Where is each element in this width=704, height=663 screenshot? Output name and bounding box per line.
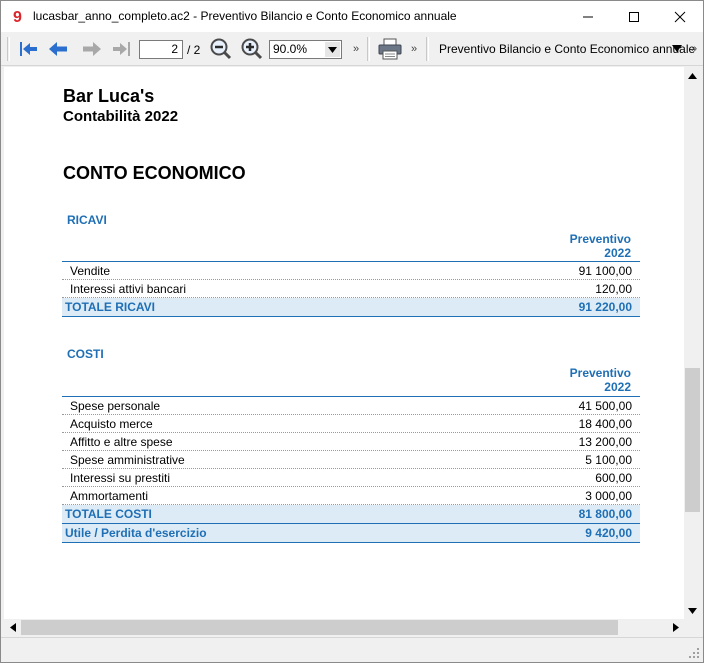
previous-page-icon (49, 42, 67, 56)
page-number-input[interactable]: 2 (139, 40, 183, 59)
section-heading-ricavi: RICAVI (67, 213, 107, 227)
minimize-button[interactable] (565, 1, 611, 32)
zoom-out-button[interactable] (208, 37, 234, 61)
row-label: Spese personale (70, 399, 161, 413)
column-header-line: Preventivo (569, 366, 631, 380)
last-page-icon (113, 42, 130, 56)
column-header-year: 2022 (604, 380, 631, 394)
maximize-button[interactable] (611, 1, 657, 32)
toolbar-overflow-button[interactable]: » (691, 43, 697, 55)
column-header: Preventivo 2022 (544, 366, 631, 394)
first-page-icon (20, 42, 37, 56)
vertical-scroll-thumb[interactable] (685, 368, 700, 512)
column-header-year: 2022 (604, 246, 631, 260)
chevron-down-icon (688, 607, 697, 614)
last-page-button[interactable] (109, 37, 135, 61)
report-preview[interactable]: Bar Luca's Contabilità 2022 CONTO ECONOM… (4, 67, 684, 619)
total-value: 91 220,00 (578, 300, 632, 314)
horizontal-scrollbar[interactable] (4, 619, 684, 636)
scroll-left-button[interactable] (4, 619, 21, 636)
zoom-in-icon (241, 38, 263, 60)
costi-table: Spese personale 41 500,00 Acquisto merce… (62, 396, 640, 543)
previous-page-button[interactable] (45, 37, 71, 61)
chevron-down-icon[interactable] (325, 42, 340, 57)
toolbar-grip[interactable] (426, 37, 429, 61)
result-row: Utile / Perdita d'esercizio 9 420,00 (62, 524, 640, 543)
ricavi-table: Vendite 91 100,00 Interessi attivi banca… (62, 261, 640, 317)
app-logo-icon: 9 (10, 7, 28, 26)
toolbar-grip[interactable] (367, 37, 370, 61)
close-button[interactable] (657, 1, 703, 32)
zoom-value: 90.0% (273, 42, 308, 56)
row-value: 13 200,00 (578, 435, 632, 449)
row-label: Interessi attivi bancari (70, 282, 187, 296)
chevron-down-icon[interactable] (672, 45, 682, 52)
horizontal-scroll-thumb[interactable] (21, 620, 618, 635)
column-header-line: Preventivo (569, 232, 631, 246)
row-value: 3 000,00 (585, 489, 632, 503)
report-selector-label: Preventivo Bilancio e Conto Economico an… (439, 42, 696, 56)
total-row: TOTALE RICAVI 91 220,00 (62, 298, 640, 317)
total-value: 81 800,00 (578, 507, 632, 521)
chevron-left-icon (9, 623, 16, 632)
zoom-out-icon (210, 38, 232, 60)
report-subtitle: Contabilità 2022 (63, 108, 179, 125)
zoom-in-button[interactable] (239, 37, 265, 61)
status-bar (1, 637, 703, 662)
total-label: TOTALE COSTI (65, 507, 152, 521)
page-total-label: / 2 (187, 43, 201, 57)
zoom-select[interactable]: 90.0% (269, 40, 342, 59)
table-row: Acquisto merce 18 400,00 (62, 415, 640, 433)
table-row: Interessi su prestiti 600,00 (62, 469, 640, 487)
row-label: Ammortamenti (70, 489, 149, 503)
window-title: lucasbar_anno_completo.ac2 - Preventivo … (33, 9, 457, 23)
row-value: 120,00 (595, 282, 632, 296)
scroll-down-button[interactable] (684, 602, 701, 619)
vertical-scrollbar[interactable] (684, 67, 701, 619)
next-page-button[interactable] (79, 37, 105, 61)
company-name: Bar Luca's (63, 86, 155, 106)
row-value: 41 500,00 (578, 399, 632, 413)
scroll-up-button[interactable] (684, 67, 701, 84)
column-header: Preventivo 2022 (544, 232, 631, 260)
report-selector[interactable]: Preventivo Bilancio e Conto Economico an… (439, 42, 695, 56)
toolbar-grip[interactable] (7, 37, 10, 61)
row-value: 91 100,00 (578, 264, 632, 278)
report-window: 9 lucasbar_anno_completo.ac2 - Preventiv… (0, 0, 704, 663)
next-page-icon (83, 42, 101, 56)
total-label: TOTALE RICAVI (65, 300, 155, 314)
title-bar[interactable]: 9 lucasbar_anno_completo.ac2 - Preventiv… (1, 1, 703, 32)
row-label: Affitto e altre spese (70, 435, 173, 449)
svg-text:9: 9 (13, 9, 22, 25)
row-value: 600,00 (595, 471, 632, 485)
scroll-right-button[interactable] (667, 619, 684, 636)
table-row: Affitto e altre spese 13 200,00 (62, 433, 640, 451)
table-row: Ammortamenti 3 000,00 (62, 487, 640, 505)
section-heading-costi: COSTI (67, 347, 104, 361)
row-label: Vendite (70, 264, 111, 278)
chevron-up-icon (688, 72, 697, 79)
table-row: Vendite 91 100,00 (62, 262, 640, 280)
row-label: Spese amministrative (70, 453, 185, 467)
print-button[interactable] (377, 37, 403, 61)
row-label: Acquisto merce (70, 417, 153, 431)
row-label: Interessi su prestiti (70, 471, 171, 485)
resize-grip-icon[interactable] (688, 647, 700, 659)
table-row: Spese amministrative 5 100,00 (62, 451, 640, 469)
print-icon (378, 38, 402, 60)
toolbar: 2 / 2 90.0% » » Preventivo Bilancio e Co… (1, 32, 703, 66)
total-row: TOTALE COSTI 81 800,00 (62, 505, 640, 524)
result-value: 9 420,00 (585, 526, 632, 540)
chevron-right-icon (672, 623, 679, 632)
table-row: Interessi attivi bancari 120,00 (62, 280, 640, 298)
table-row: Spese personale 41 500,00 (62, 397, 640, 415)
toolbar-overflow-button[interactable]: » (353, 43, 359, 55)
scrollbar-corner (684, 619, 701, 636)
report-title: CONTO ECONOMICO (63, 163, 246, 183)
row-value: 5 100,00 (585, 453, 632, 467)
toolbar-overflow-button[interactable]: » (411, 43, 417, 55)
first-page-button[interactable] (15, 37, 41, 61)
row-value: 18 400,00 (578, 417, 632, 431)
result-label: Utile / Perdita d'esercizio (65, 526, 207, 540)
